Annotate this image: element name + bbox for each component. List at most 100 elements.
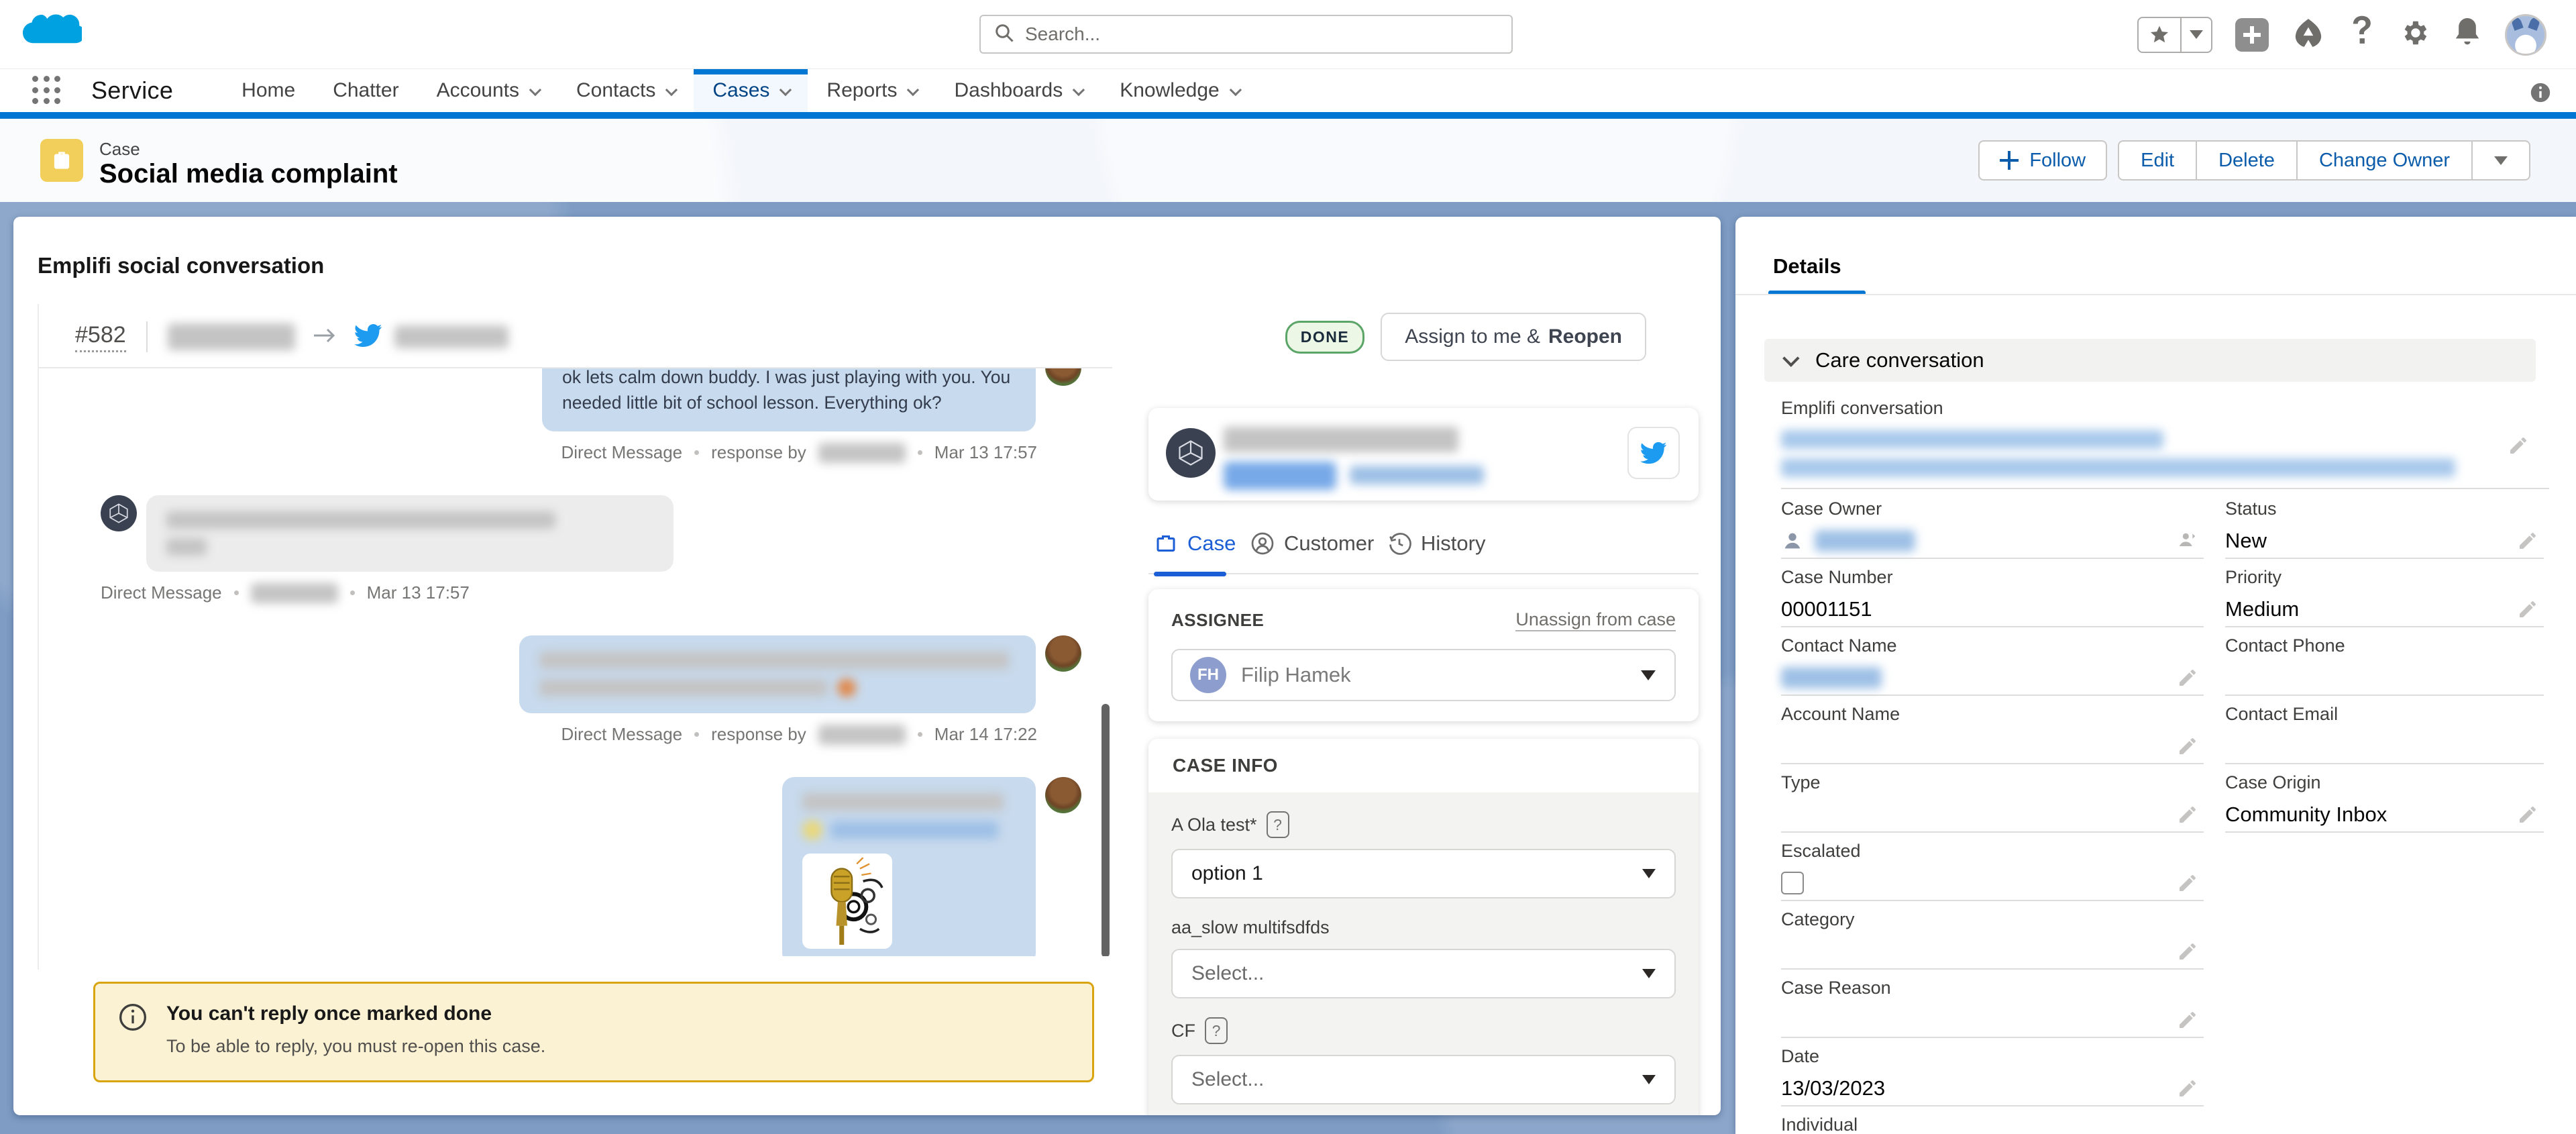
tab-history[interactable]: History xyxy=(1387,531,1485,556)
edit-pencil-icon[interactable] xyxy=(2177,1009,2198,1031)
notifications-bell-icon[interactable] xyxy=(2453,17,2482,52)
message-outbound xyxy=(39,635,1112,713)
edit-pencil-icon[interactable] xyxy=(2177,872,2198,894)
nav-tabs: Home Chatter Accounts Contacts Cases Rep… xyxy=(223,69,1258,112)
tab-details[interactable]: Details xyxy=(1773,254,1841,278)
conversation-id-link[interactable]: #582 xyxy=(75,322,126,352)
edit-button[interactable]: Edit xyxy=(2119,142,2196,179)
nav-tab-reports[interactable]: Reports xyxy=(808,69,935,112)
owner-avatar-icon xyxy=(1781,529,1804,552)
edit-pencil-icon[interactable] xyxy=(2517,804,2538,825)
emoji-icon xyxy=(802,820,822,840)
edit-pencil-icon[interactable] xyxy=(2517,599,2538,620)
brand-avatar xyxy=(1045,635,1081,672)
more-actions-caret[interactable] xyxy=(2471,142,2529,179)
nav-tab-dashboards[interactable]: Dashboards xyxy=(935,69,1101,112)
record-page-header: Case Social media complaint Follow Edit … xyxy=(0,119,2576,202)
twitter-channel-button[interactable] xyxy=(1627,427,1680,479)
edit-pencil-icon[interactable] xyxy=(2508,435,2529,460)
edit-pencil-icon[interactable] xyxy=(2517,530,2538,552)
nav-tab-accounts[interactable]: Accounts xyxy=(418,69,557,112)
edit-pencil-icon[interactable] xyxy=(2177,1078,2198,1099)
vertical-scrollbar-thumb[interactable] xyxy=(1102,704,1110,956)
favorites-control xyxy=(2137,17,2212,53)
delete-button[interactable]: Delete xyxy=(2196,142,2296,179)
page-title: Social media complaint xyxy=(99,159,398,189)
case-info-card: CASE INFO A Ola test* ? option 1 aa_slow… xyxy=(1148,739,1699,1115)
field-escalated: Escalated xyxy=(1781,833,2204,901)
change-owner-button[interactable]: Change Owner xyxy=(2296,142,2471,179)
edit-pencil-icon[interactable] xyxy=(2177,804,2198,825)
setup-gear-icon[interactable] xyxy=(2399,17,2430,52)
help-icon[interactable]: ? xyxy=(1205,1017,1228,1044)
message-outbound xyxy=(39,777,1112,956)
field-case-owner: Case Owner xyxy=(1781,491,2204,559)
redacted-owner-name xyxy=(1815,530,1915,552)
caret-down-icon xyxy=(1642,969,1656,978)
redacted-link xyxy=(1781,458,2455,477)
info-icon[interactable] xyxy=(2529,81,2552,107)
nav-tab-contacts[interactable]: Contacts xyxy=(557,69,694,112)
redacted-contact-name xyxy=(1781,667,1882,688)
emplifi-conversation-panel: Emplifi social conversation #582 DONE As… xyxy=(13,217,1721,1115)
user-avatar[interactable] xyxy=(2505,14,2546,56)
a-ola-test-select[interactable]: option 1 xyxy=(1171,849,1676,898)
sidebar-tabs: Case Customer History xyxy=(1148,531,1699,574)
redacted-text xyxy=(166,511,555,529)
favorites-star-icon[interactable] xyxy=(2139,18,2180,52)
field-priority: Priority Medium xyxy=(2225,559,2544,627)
escalated-checkbox[interactable] xyxy=(1781,872,1804,894)
edit-pencil-icon[interactable] xyxy=(2177,941,2198,962)
chevron-down-icon xyxy=(1229,83,1241,95)
conversation-sidebar: Case Customer History ASSIGNEE xyxy=(1148,408,1699,1115)
aa-slow-select[interactable]: Select... xyxy=(1171,949,1676,998)
divider xyxy=(146,321,148,352)
nav-tab-chatter[interactable]: Chatter xyxy=(314,69,417,112)
app-launcher-icon[interactable] xyxy=(32,76,62,105)
redacted-handle xyxy=(1350,466,1484,484)
field-label: Emplifi conversation xyxy=(1781,398,2549,419)
emoji-icon xyxy=(837,678,856,697)
edit-pencil-icon[interactable] xyxy=(2177,735,2198,757)
field-date: Date 13/03/2023 xyxy=(1781,1038,2204,1106)
redacted-text xyxy=(166,538,207,556)
tab-customer[interactable]: Customer xyxy=(1250,531,1374,556)
case-entity-icon xyxy=(40,139,83,182)
follow-button[interactable]: Follow xyxy=(1978,140,2107,181)
help-icon[interactable] xyxy=(2348,15,2376,54)
assignee-name: Filip Hamek xyxy=(1241,663,1351,687)
customer-avatar xyxy=(1166,428,1216,478)
search-input[interactable] xyxy=(1025,23,1428,45)
details-panel: Details Care conversation Emplifi conver… xyxy=(1735,217,2576,1134)
assign-and-reopen-button[interactable]: Assign to me &Reopen xyxy=(1381,313,1646,361)
message-outbound: ok lets calm down buddy. I was just play… xyxy=(39,367,1112,431)
record-actions: Follow Edit Delete Change Owner xyxy=(1978,140,2530,181)
nav-tab-home[interactable]: Home xyxy=(223,69,314,112)
assignee-select[interactable]: FH Filip Hamek xyxy=(1171,649,1676,701)
quick-create-icon[interactable] xyxy=(2235,18,2269,52)
nav-tab-cases[interactable]: Cases xyxy=(694,69,808,112)
favorites-caret-icon[interactable] xyxy=(2180,18,2211,52)
guidance-center-icon[interactable] xyxy=(2292,16,2325,53)
chevron-down-icon xyxy=(1073,83,1085,95)
brand-avatar xyxy=(1045,777,1081,813)
message-scroll-area[interactable]: ok lets calm down buddy. I was just play… xyxy=(39,367,1112,956)
case-info-header: CASE INFO xyxy=(1148,739,1699,792)
record-action-group: Edit Delete Change Owner xyxy=(2118,140,2530,181)
nav-tab-knowledge[interactable]: Knowledge xyxy=(1101,69,1257,112)
help-icon[interactable]: ? xyxy=(1267,811,1289,838)
chevron-down-icon xyxy=(665,83,678,95)
cf-select[interactable]: Select... xyxy=(1171,1055,1676,1104)
search-icon xyxy=(994,23,1014,46)
assignee-label: ASSIGNEE xyxy=(1171,610,1264,631)
tab-case[interactable]: Case xyxy=(1154,531,1236,556)
change-owner-icon[interactable] xyxy=(2177,530,2198,552)
edit-pencil-icon[interactable] xyxy=(2177,667,2198,688)
message-bubble: ok lets calm down buddy. I was just play… xyxy=(542,367,1036,431)
field-account-name: Account Name xyxy=(1781,696,2204,764)
field-case-origin: Case Origin Community Inbox xyxy=(2225,764,2544,833)
unassign-link[interactable]: Unassign from case xyxy=(1515,609,1676,631)
attachment-image[interactable] xyxy=(802,854,892,949)
care-conversation-section[interactable]: Care conversation xyxy=(1764,339,2536,382)
info-circle-icon xyxy=(118,1002,148,1062)
